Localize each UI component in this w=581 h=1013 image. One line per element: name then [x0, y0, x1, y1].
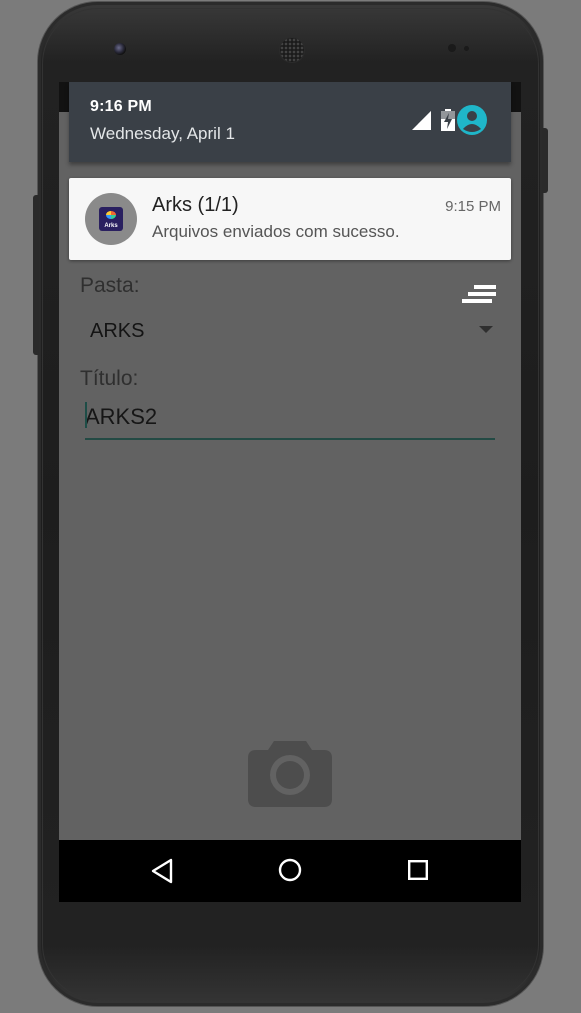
notification-shade-header: 9:16 PM Wednesday, April 1 [69, 82, 511, 162]
notification-card[interactable]: Arks Arks (1/1) 9:15 PM Arquivos enviado… [69, 178, 511, 260]
date-text[interactable]: Wednesday, April 1 [90, 124, 235, 144]
battery-charging-icon [441, 109, 455, 131]
home-icon[interactable] [278, 858, 302, 882]
front-camera [114, 43, 126, 55]
app-content: Pasta: ARKS Título: 9:16 PM Wednesday, A… [59, 82, 521, 840]
screen: Pasta: ARKS Título: 9:16 PM Wednesday, A… [59, 82, 521, 902]
recents-icon[interactable] [408, 860, 428, 880]
navigation-bar [59, 840, 521, 902]
title-label: Título: [80, 367, 139, 390]
app-avatar: Arks [85, 193, 137, 245]
arks-logo-icon: Arks [99, 207, 123, 231]
logo-text: Arks [104, 223, 118, 229]
notification-title: Arks (1/1) [152, 194, 239, 216]
signal-icon [412, 111, 431, 130]
earpiece-speaker [279, 37, 305, 63]
clock-time: 9:16 PM [90, 98, 152, 115]
volume-button [33, 195, 39, 355]
dropdown-arrow-icon[interactable] [479, 326, 493, 333]
notification-text: Arquivos enviados com sucesso. [152, 222, 400, 241]
title-input[interactable] [85, 396, 495, 440]
light-sensor [464, 46, 469, 51]
camera-icon[interactable] [248, 735, 332, 807]
logo-swirl [106, 211, 116, 219]
folder-label: Pasta: [80, 274, 140, 297]
notification-time: 9:15 PM [445, 198, 501, 215]
sort-menu-icon[interactable] [462, 284, 496, 308]
proximity-sensor [448, 44, 456, 52]
text-caret [85, 402, 87, 428]
power-button [542, 128, 548, 193]
account-circle-icon[interactable] [457, 105, 487, 135]
back-icon[interactable] [149, 857, 175, 885]
folder-dropdown[interactable]: ARKS [90, 320, 144, 343]
